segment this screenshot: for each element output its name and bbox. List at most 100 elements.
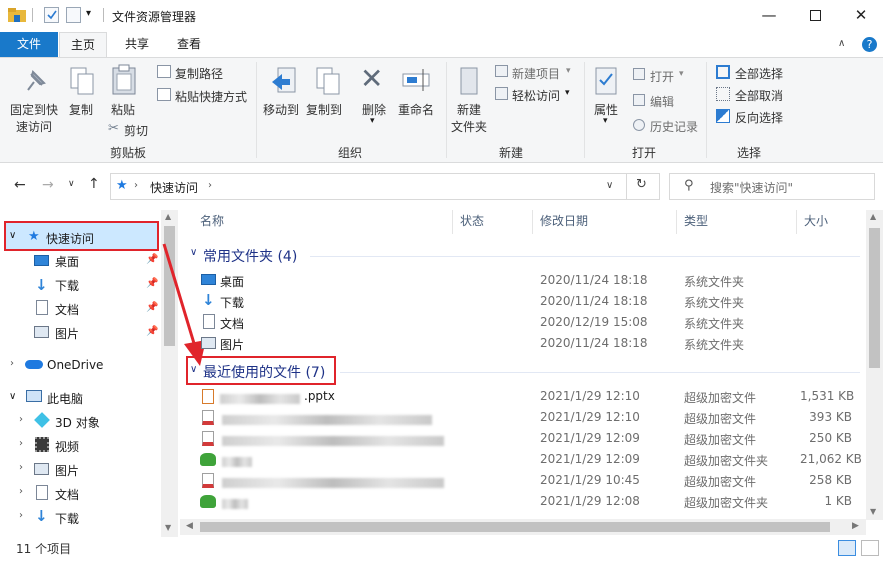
blurred-filename[interactable] [222,499,248,509]
column-header-modified[interactable]: 修改日期 [540,212,588,232]
column-header-type[interactable]: 类型 [684,212,708,232]
delete-dropdown-icon[interactable]: ▾ [370,116,375,126]
paste-button[interactable]: 粘贴 [111,101,135,118]
nav-item-pc-pictures[interactable]: 图片 [55,462,79,479]
select-all-button[interactable]: 全部选择 [735,65,783,82]
file-list-scrollbar-thumb[interactable] [869,228,880,368]
tab-file[interactable]: 文件 [0,32,58,57]
rename-button[interactable]: 重命名 [398,101,434,118]
column-header-size[interactable]: 大小 [804,212,828,232]
scroll-down-icon[interactable]: ▼ [165,523,171,532]
expand-chevron-icon[interactable]: › [19,486,23,497]
nav-item-documents[interactable]: 文档 [55,301,79,318]
easy-access-dropdown-icon[interactable]: ▾ [565,88,570,98]
back-icon[interactable]: ← [14,177,26,193]
copy-button[interactable]: 复制 [69,101,93,118]
expand-chevron-icon[interactable]: ∨ [9,391,16,402]
file-name[interactable]: .pptx [304,389,335,403]
collapse-group-icon[interactable]: ∨ [190,364,197,375]
select-none-button[interactable]: 全部取消 [735,87,783,104]
paste-shortcut-button[interactable]: 粘贴快捷方式 [175,88,247,105]
expand-chevron-icon[interactable]: ∨ [9,230,16,241]
pin-icon[interactable]: 📌 [146,278,158,289]
nav-quick-access[interactable]: 快速访问 [46,230,94,247]
cut-button[interactable]: 剪切 [124,122,148,139]
collapse-group-icon[interactable]: ∨ [190,247,197,258]
minimize-button[interactable]: — [746,0,792,30]
nav-this-pc[interactable]: 此电脑 [47,390,83,407]
column-divider[interactable] [452,210,453,234]
recent-locations-icon[interactable]: ∨ [68,179,75,189]
group-header-recent[interactable]: 最近使用的文件 (7) [203,362,325,382]
open-dropdown-icon[interactable]: ▾ [679,69,684,79]
column-header-name[interactable]: 名称 [200,212,224,232]
breadcrumb-chevron-icon[interactable]: › [134,180,138,191]
new-item-button[interactable]: 新建项目 [512,65,560,82]
nav-item-pc-documents[interactable]: 文档 [55,486,79,503]
new-item-dropdown-icon[interactable]: ▾ [566,66,571,76]
nav-item-videos[interactable]: 视频 [55,438,79,455]
expand-chevron-icon[interactable]: › [19,462,23,473]
nav-item-3d-objects[interactable]: 3D 对象 [55,414,100,431]
tab-view[interactable]: 查看 [166,32,212,57]
blurred-filename[interactable] [222,436,444,446]
file-name[interactable]: 图片 [220,336,244,353]
breadcrumb-chevron-icon[interactable]: › [208,180,212,191]
tab-home[interactable]: 主页 [59,32,107,58]
group-header-frequent[interactable]: 常用文件夹 (4) [203,246,297,266]
scroll-up-icon[interactable]: ▲ [165,212,171,221]
expand-chevron-icon[interactable]: › [10,358,14,369]
column-divider[interactable] [676,210,677,234]
new-folder-quick-icon[interactable] [66,7,81,23]
folder-app-icon[interactable] [8,7,26,23]
breadcrumb-quick-access[interactable]: 快速访问 [150,179,198,196]
new-folder-button[interactable]: 新建 [457,101,481,118]
easy-access-button[interactable]: 轻松访问 [512,87,560,104]
properties-dropdown-icon[interactable]: ▾ [603,116,608,126]
pin-icon[interactable]: 📌 [146,326,158,337]
collapse-ribbon-icon[interactable]: ∧ [838,38,845,49]
column-header-status[interactable]: 状态 [460,212,484,232]
close-button[interactable]: ✕ [838,0,883,30]
expand-chevron-icon[interactable]: › [19,414,23,425]
maximize-button[interactable] [792,0,838,30]
nav-onedrive[interactable]: OneDrive [47,358,103,372]
nav-item-desktop[interactable]: 桌面 [55,253,79,270]
file-name[interactable]: 桌面 [220,273,244,290]
address-dropdown-icon[interactable]: ∨ [606,180,613,191]
expand-chevron-icon[interactable]: › [19,438,23,449]
open-button[interactable]: 打开 [650,68,674,85]
nav-item-pc-downloads[interactable]: 下载 [55,510,79,527]
expand-chevron-icon[interactable]: › [19,510,23,521]
move-to-button[interactable]: 移动到 [263,101,299,118]
nav-item-downloads[interactable]: 下载 [55,277,79,294]
file-name[interactable]: 下载 [220,294,244,311]
pin-icon[interactable]: 📌 [146,254,158,265]
history-button[interactable]: 历史记录 [650,118,698,135]
invert-selection-button[interactable]: 反向选择 [735,109,783,126]
blurred-filename[interactable] [222,478,444,488]
column-divider[interactable] [796,210,797,234]
large-icons-view-icon[interactable] [861,540,879,556]
copy-to-button[interactable]: 复制到 [306,101,342,118]
blurred-filename[interactable] [222,415,432,425]
details-view-icon[interactable] [838,540,856,556]
horizontal-scrollbar-thumb[interactable] [200,522,830,532]
column-divider[interactable] [532,210,533,234]
copy-path-button[interactable]: 复制路径 [175,65,223,82]
nav-item-pictures[interactable]: 图片 [55,325,79,342]
scroll-right-icon[interactable]: ▶ [852,521,859,531]
pin-icon[interactable]: 📌 [146,302,158,313]
refresh-icon[interactable]: ↻ [636,177,647,192]
up-icon[interactable]: ↑ [88,176,100,192]
forward-icon[interactable]: → [42,177,54,193]
help-icon[interactable]: ? [862,37,877,52]
edit-button[interactable]: 编辑 [650,93,674,110]
scroll-up-icon[interactable]: ▲ [870,212,876,221]
blurred-filename[interactable] [222,457,252,467]
scroll-left-icon[interactable]: ◀ [186,521,193,531]
scroll-down-icon[interactable]: ▼ [870,507,876,516]
file-name[interactable]: 文档 [220,315,244,332]
quick-access-dropdown-icon[interactable]: ▾ [86,8,91,19]
pin-to-quick-access-button[interactable]: 固定到快 [10,101,58,118]
